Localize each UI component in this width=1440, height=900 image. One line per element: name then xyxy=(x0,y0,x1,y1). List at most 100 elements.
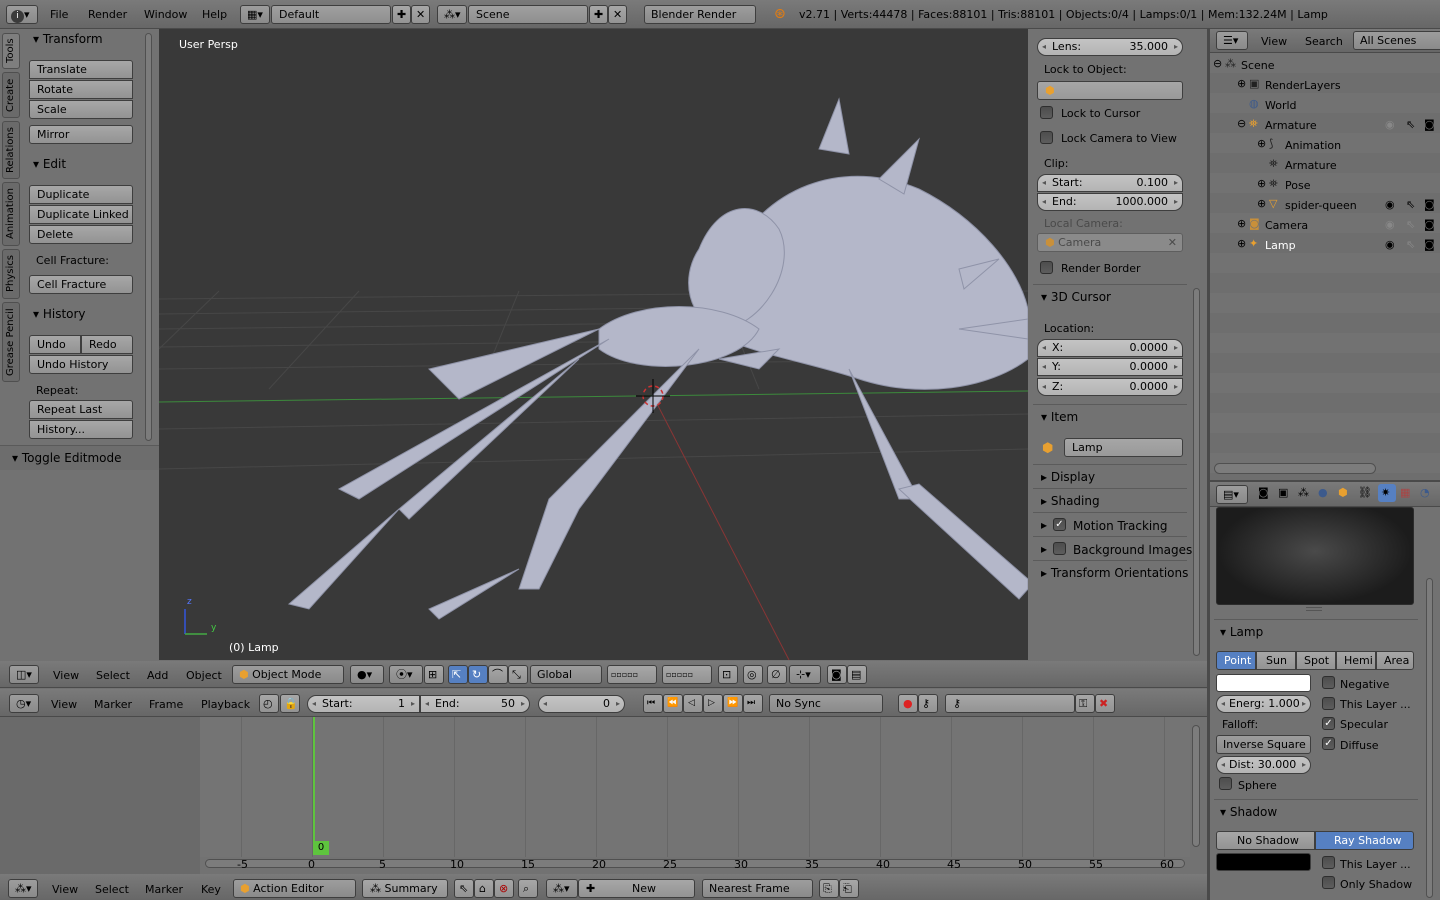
timeline-area[interactable]: 0 xyxy=(0,717,1208,874)
only-shadow-checkbox[interactable] xyxy=(1322,876,1335,889)
mirror-button[interactable]: Mirror xyxy=(29,125,133,144)
scale-handle-icon[interactable]: ⤡ xyxy=(508,665,528,684)
editor-type-info-icon[interactable]: i ▾ xyxy=(6,5,38,24)
panel-lamp-header[interactable]: ▾ Lamp xyxy=(1220,621,1263,643)
cursor-z-field[interactable]: ◂ Z: 0.0000 ▸ xyxy=(1037,378,1183,396)
menu-help[interactable]: Help xyxy=(202,8,227,21)
panel-motion-tracking-header[interactable]: ▸ xyxy=(1041,514,1047,536)
play-reverse-icon[interactable]: ◁ xyxy=(683,694,703,713)
renderlayers-context-icon[interactable]: ▣ xyxy=(1278,486,1288,499)
lamp-type-spot[interactable]: Spot xyxy=(1296,651,1336,670)
tab-animation[interactable]: Animation xyxy=(2,182,20,246)
viewport-menu-select[interactable]: Select xyxy=(96,669,130,682)
render-context-icon[interactable]: ◙ xyxy=(1258,486,1269,499)
preview-resize-handle[interactable] xyxy=(1306,607,1322,611)
lock-range-icon[interactable]: 🔒 xyxy=(280,694,300,713)
keying-set-icon[interactable]: ⚷ xyxy=(918,694,938,713)
diffuse-checkbox[interactable]: ✓ xyxy=(1322,737,1335,750)
properties-editor-scrollbar[interactable] xyxy=(1426,578,1433,898)
outliner-item-label[interactable]: RenderLayers xyxy=(1265,79,1341,92)
viewport-menu-object[interactable]: Object xyxy=(186,669,222,682)
screen-layout-icon[interactable]: ▦▾ xyxy=(240,5,270,24)
render-engine-select[interactable]: Blender Render xyxy=(644,5,756,24)
panel-display-header[interactable]: ▸ Display xyxy=(1041,466,1095,488)
duplicate-button[interactable]: Duplicate xyxy=(29,185,133,204)
cursor-x-field[interactable]: ◂ X: 0.0000 ▸ xyxy=(1037,339,1183,357)
snap-element-select[interactable]: ⊹▾ xyxy=(789,665,821,684)
scene-icon[interactable]: ⁂▾ xyxy=(437,5,467,24)
lamp-render-camera-icon[interactable]: ◙ xyxy=(1424,238,1435,251)
panel-shading-header[interactable]: ▸ Shading xyxy=(1041,490,1100,512)
cursor-y-field[interactable]: ◂ Y: 0.0000 ▸ xyxy=(1037,358,1183,376)
outliner-item-label[interactable]: Animation xyxy=(1285,139,1341,152)
summary-toggle[interactable]: ⁂ Summary xyxy=(362,879,448,898)
translate-button[interactable]: Translate xyxy=(29,60,133,79)
render-image-icon[interactable]: ◙ xyxy=(827,665,847,684)
dopesheet-menu-marker[interactable]: Marker xyxy=(145,883,183,896)
start-frame-field[interactable]: ◂ Start: 1 ▸ xyxy=(307,695,420,713)
lamp-color-swatch[interactable] xyxy=(1216,674,1311,692)
item-name-field[interactable]: Lamp xyxy=(1064,438,1183,457)
editor-type-properties-icon[interactable]: ▤▾ xyxy=(1216,485,1248,504)
pivot-point-select[interactable]: ⦿▾ xyxy=(389,665,423,684)
outliner-item-label[interactable]: Armature xyxy=(1265,119,1317,132)
specular-checkbox[interactable]: ✓ xyxy=(1322,717,1335,730)
lock-object-field[interactable]: ⬢ xyxy=(1037,81,1183,100)
clip-start-field[interactable]: ◂ Start: 0.100 ▸ xyxy=(1037,174,1183,192)
copy-keyframes-icon[interactable]: ⎘ xyxy=(819,879,839,898)
viewport-3d[interactable]: User Persp (0) Lamp z y xyxy=(159,29,1028,660)
timeline-vertical-scrollbar[interactable] xyxy=(1192,725,1200,847)
render-animation-icon[interactable]: ▤ xyxy=(847,665,867,684)
editor-type-outliner-icon[interactable]: ☰▾ xyxy=(1216,31,1248,50)
render-border-checkbox[interactable] xyxy=(1040,261,1053,274)
local-camera-field[interactable]: ⬢ Camera ✕ xyxy=(1037,233,1183,252)
jump-next-keyframe-icon[interactable]: ⏩ xyxy=(723,694,743,713)
scale-manipulator-icon[interactable]: ⌒ xyxy=(488,665,508,684)
snap-toggle-icon[interactable]: ∅ xyxy=(767,665,787,684)
properties-scrollbar[interactable] xyxy=(1193,288,1200,656)
outliner-expand-toggle[interactable]: ⊖ xyxy=(1237,117,1246,130)
translate-manipulator-icon[interactable]: ⇱ xyxy=(448,665,468,684)
transform-orientation-select[interactable]: Global xyxy=(530,665,602,684)
timeline-menu-marker[interactable]: Marker xyxy=(94,698,132,711)
scene-context-icon[interactable]: ⁂ xyxy=(1298,486,1309,499)
camera-render-camera-icon[interactable]: ◙ xyxy=(1424,218,1435,231)
lens-field[interactable]: ◂ Lens: 35.000 ▸ xyxy=(1037,38,1183,56)
mesh-render-camera-icon[interactable]: ◙ xyxy=(1424,198,1435,211)
lock-to-cursor-checkbox[interactable] xyxy=(1040,106,1053,119)
duplicate-linked-button[interactable]: Duplicate Linked xyxy=(29,205,133,224)
tab-tools[interactable]: Tools xyxy=(2,33,20,69)
dopesheet-mode-select[interactable]: ⬢ Action Editor xyxy=(233,879,356,898)
panel-shadow-header[interactable]: ▾ Shadow xyxy=(1220,801,1277,823)
insert-keyframe-icon[interactable]: ⚿ xyxy=(1075,694,1095,713)
redo-button[interactable]: Redo xyxy=(81,335,133,354)
tab-physics[interactable]: Physics xyxy=(2,249,20,299)
editor-type-3dview-icon[interactable]: ◫▾ xyxy=(9,665,39,684)
physics-context-icon[interactable]: ◔ xyxy=(1420,486,1430,499)
camera-select-arrow-icon[interactable]: ⇖ xyxy=(1406,218,1415,231)
editor-type-timeline-icon[interactable]: ◷▾ xyxy=(9,694,39,713)
undo-history-button[interactable]: Undo History xyxy=(29,355,133,374)
timeline-menu-view[interactable]: View xyxy=(51,698,77,711)
delete-button[interactable]: Delete xyxy=(29,225,133,244)
panel-background-images-header[interactable]: ▸ xyxy=(1041,538,1047,560)
negative-checkbox[interactable] xyxy=(1322,676,1335,689)
remove-screen-button[interactable]: ✕ xyxy=(411,5,430,24)
lamp-select-arrow-icon[interactable]: ⇖ xyxy=(1406,238,1415,251)
viewport-shading-select[interactable]: ●▾ xyxy=(350,665,384,684)
texture-context-icon[interactable]: ▦ xyxy=(1400,486,1410,499)
lamp-type-hemi[interactable]: Hemi xyxy=(1336,651,1376,670)
show-hidden-icon[interactable]: ⌂ xyxy=(474,879,494,898)
outliner-expand-toggle[interactable]: ⊕ xyxy=(1237,77,1246,90)
play-icon[interactable]: ▷ xyxy=(703,694,723,713)
outliner-expand-toggle[interactable]: ⊕ xyxy=(1257,177,1266,190)
armature-visibility-eye-icon[interactable]: ◉ xyxy=(1385,118,1395,131)
editor-type-dopesheet-icon[interactable]: ⁂▾ xyxy=(8,879,38,898)
properties-context-tabs[interactable]: ◙ ▣ ⁂ ● ⬢ ⛓ ✷ ▦ ◔ xyxy=(1256,484,1436,503)
clear-camera-icon[interactable]: ✕ xyxy=(1168,234,1177,251)
new-action-button[interactable]: ✚ New xyxy=(578,879,695,898)
keying-set-field[interactable]: ⚷ xyxy=(945,694,1075,713)
jump-prev-keyframe-icon[interactable]: ⏪ xyxy=(663,694,683,713)
outliner-item-label[interactable]: spider-queen xyxy=(1285,199,1357,212)
this-layer-checkbox[interactable] xyxy=(1322,697,1335,710)
